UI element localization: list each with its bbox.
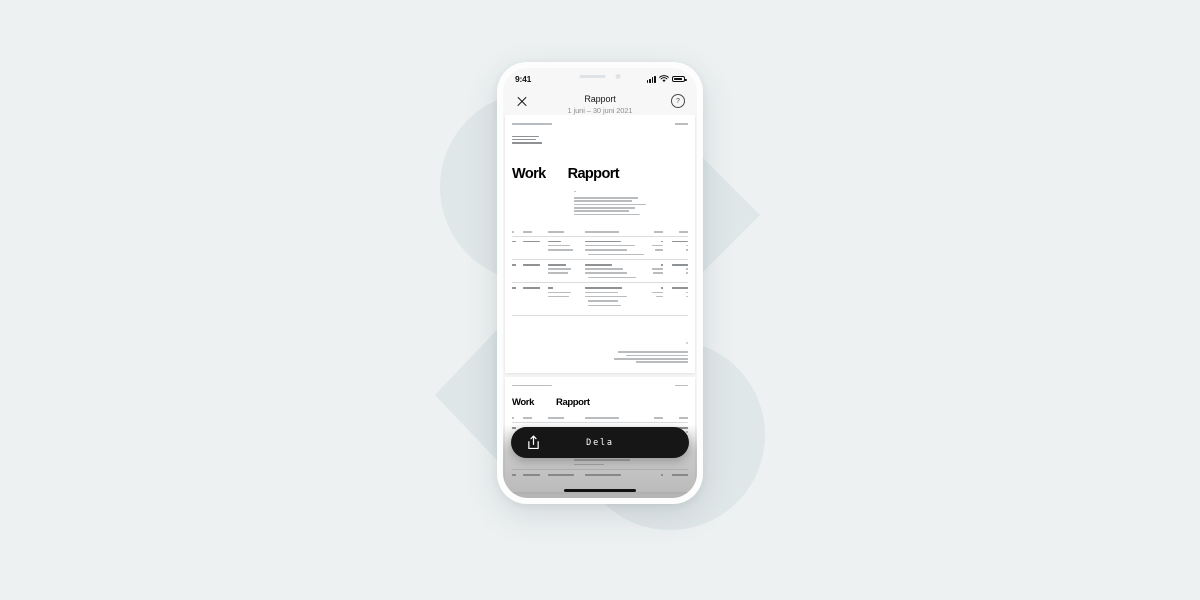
page-meta-row [512, 384, 688, 387]
share-icon [528, 435, 539, 450]
help-icon[interactable]: ? [671, 94, 685, 108]
document-heading-work: Work [512, 397, 534, 409]
table-row [512, 272, 688, 274]
table-row [512, 291, 688, 294]
document-heading: Work Rapport [512, 166, 688, 182]
wifi-icon [659, 75, 669, 83]
table-row [512, 295, 688, 298]
document-heading-work: Work [512, 165, 546, 182]
document-heading: Work Rapport [512, 397, 688, 408]
status-bar-time: 9:41 [515, 74, 532, 84]
status-bar-icons [646, 75, 687, 83]
document-heading-rapport: Rapport [567, 165, 620, 182]
close-icon[interactable] [515, 94, 529, 108]
page-title: Rapport [584, 94, 616, 104]
table-row [512, 264, 688, 266]
phone-mockup: 9:41 Rapport 1 juni – 30 juni 2021 ? Wor… [497, 62, 703, 504]
page-subtitle: 1 juni – 30 juni 2021 [567, 105, 633, 115]
table-row-group [512, 259, 688, 282]
table-row [512, 244, 688, 247]
share-button-label: Dela [586, 437, 614, 448]
table-row-group [512, 469, 688, 482]
home-indicator[interactable] [564, 489, 636, 492]
nav-bar: Rapport 1 juni – 30 juni 2021 ? [503, 90, 697, 115]
document-footer-text [512, 342, 688, 363]
company-address-block [512, 135, 688, 144]
share-button[interactable]: Dela [511, 427, 689, 458]
table-row-note [588, 276, 688, 279]
page-meta-row [512, 123, 688, 125]
table-row-note [588, 253, 688, 256]
table-row [512, 474, 688, 476]
page-number-text [675, 384, 688, 387]
table-row [512, 248, 688, 251]
status-bar: 9:41 [503, 68, 697, 90]
document-heading-rapport: Rapport [555, 397, 590, 409]
document-intro-paragraph [574, 190, 688, 216]
page-number-text [675, 123, 688, 125]
table-row-group [512, 282, 688, 310]
document-page-1: Work Rapport [505, 115, 695, 373]
table-row [512, 268, 688, 270]
cellular-signal-icon [646, 75, 656, 83]
table-row-note [588, 300, 688, 302]
report-date-range-text [512, 384, 552, 387]
table-row [512, 287, 688, 290]
notch-hardware [579, 74, 621, 79]
battery-icon [672, 75, 687, 83]
nav-title-group: Rapport 1 juni – 30 juni 2021 [503, 94, 697, 115]
phone-screen: 9:41 Rapport 1 juni – 30 juni 2021 ? Wor… [503, 68, 697, 498]
front-camera [615, 74, 621, 79]
table-footer-divider [512, 315, 688, 317]
report-date-range-text [512, 123, 552, 125]
earpiece-speaker [579, 75, 606, 78]
table-row-note [588, 304, 688, 307]
report-table [512, 231, 688, 317]
table-row [512, 240, 688, 243]
table-row-group [512, 235, 688, 259]
